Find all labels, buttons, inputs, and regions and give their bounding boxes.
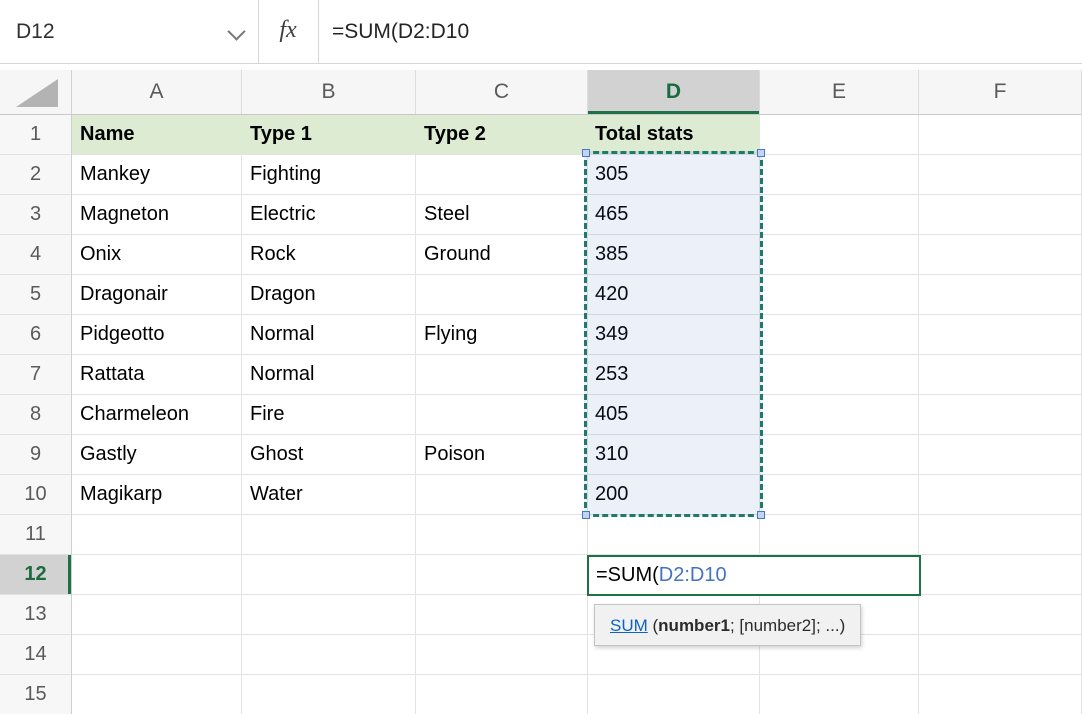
row-header-10[interactable]: 10: [0, 475, 71, 515]
row-header-7[interactable]: 7: [0, 355, 71, 395]
tooltip-arg1: number1: [658, 616, 730, 635]
column-header-c[interactable]: C: [416, 70, 588, 114]
row-header-15[interactable]: 15: [0, 675, 71, 714]
cell-A5[interactable]: Dragonair: [80, 275, 168, 315]
cell-A6[interactable]: Pidgeotto: [80, 315, 165, 355]
cell-A9[interactable]: Gastly: [80, 435, 137, 475]
cell-B1[interactable]: Type 1: [250, 115, 312, 155]
column-header-d-selected[interactable]: D: [588, 70, 760, 114]
sum-help-link[interactable]: SUM: [610, 616, 648, 635]
formula-range-text: D2:D10: [659, 564, 727, 586]
cell-C6[interactable]: Flying: [424, 315, 477, 355]
column-header-f[interactable]: F: [919, 70, 1082, 114]
divider: [318, 0, 319, 63]
cell-B4[interactable]: Rock: [250, 235, 296, 275]
cell-C4[interactable]: Ground: [424, 235, 491, 275]
column-header-b[interactable]: B: [242, 70, 416, 114]
spreadsheet-window: D12 fx =SUM(D2:D10 A B C D E F 1 2 3 4 5…: [0, 0, 1082, 714]
cell-B3[interactable]: Electric: [250, 195, 316, 235]
formula-prefix-text: =SUM(: [596, 564, 659, 586]
formula-input[interactable]: =SUM(D2:D10: [332, 0, 1074, 63]
sheet-grid[interactable]: Name Type 1 Type 2 Total stats Mankey Fi…: [72, 115, 1082, 714]
tooltip-paren: (: [648, 616, 658, 635]
row-header-11[interactable]: 11: [0, 515, 71, 555]
cell-D1[interactable]: Total stats: [595, 115, 694, 155]
cell-A10[interactable]: Magikarp: [80, 475, 162, 515]
column-headers: A B C D E F: [0, 70, 1082, 115]
formula-bar: D12 fx =SUM(D2:D10: [0, 0, 1082, 64]
insert-function-button[interactable]: fx: [258, 0, 318, 63]
selected-range-marching-ants: [584, 151, 763, 517]
chevron-down-icon[interactable]: [227, 22, 245, 40]
selection-handle-bottom-right[interactable]: [757, 511, 765, 519]
cell-C9[interactable]: Poison: [424, 435, 485, 475]
cell-A7[interactable]: Rattata: [80, 355, 144, 395]
row-header-14[interactable]: 14: [0, 635, 71, 675]
row-header-12-selected[interactable]: 12: [0, 555, 71, 595]
column-header-e[interactable]: E: [760, 70, 919, 114]
tooltip-args-rest: ; [number2]; ...): [730, 616, 845, 635]
row-header-2[interactable]: 2: [0, 155, 71, 195]
row-header-3[interactable]: 3: [0, 195, 71, 235]
cell-B2[interactable]: Fighting: [250, 155, 321, 195]
cell-A2[interactable]: Mankey: [80, 155, 150, 195]
row-header-13[interactable]: 13: [0, 595, 71, 635]
cell-B8[interactable]: Fire: [250, 395, 284, 435]
cell-C3[interactable]: Steel: [424, 195, 470, 235]
row-header-1[interactable]: 1: [0, 115, 71, 155]
row-header-9[interactable]: 9: [0, 435, 71, 475]
cell-A3[interactable]: Magneton: [80, 195, 169, 235]
select-all-corner[interactable]: [0, 70, 72, 114]
row-header-5[interactable]: 5: [0, 275, 71, 315]
name-box-value: D12: [16, 0, 55, 63]
selection-handle-bottom-left[interactable]: [582, 511, 590, 519]
column-header-a[interactable]: A: [72, 70, 242, 114]
cell-B6[interactable]: Normal: [250, 315, 314, 355]
selection-handle-top-left[interactable]: [582, 149, 590, 157]
cell-A8[interactable]: Charmeleon: [80, 395, 189, 435]
select-all-triangle-icon: [16, 79, 58, 107]
name-box[interactable]: D12: [0, 0, 258, 63]
function-tooltip: SUM (number1; [number2]; ...): [594, 604, 861, 646]
cell-A4[interactable]: Onix: [80, 235, 121, 275]
cell-B9[interactable]: Ghost: [250, 435, 303, 475]
row-header-8[interactable]: 8: [0, 395, 71, 435]
cell-A1[interactable]: Name: [80, 115, 134, 155]
row-header-4[interactable]: 4: [0, 235, 71, 275]
cell-B10[interactable]: Water: [250, 475, 303, 515]
selection-handle-top-right[interactable]: [757, 149, 765, 157]
cell-C1[interactable]: Type 2: [424, 115, 486, 155]
cell-B5[interactable]: Dragon: [250, 275, 316, 315]
active-cell-editor[interactable]: =SUM(D2:D10: [587, 555, 921, 596]
cell-B7[interactable]: Normal: [250, 355, 314, 395]
row-headers: 1 2 3 4 5 6 7 8 9 10 11 12 13 14 15: [0, 115, 72, 714]
row-header-6[interactable]: 6: [0, 315, 71, 355]
